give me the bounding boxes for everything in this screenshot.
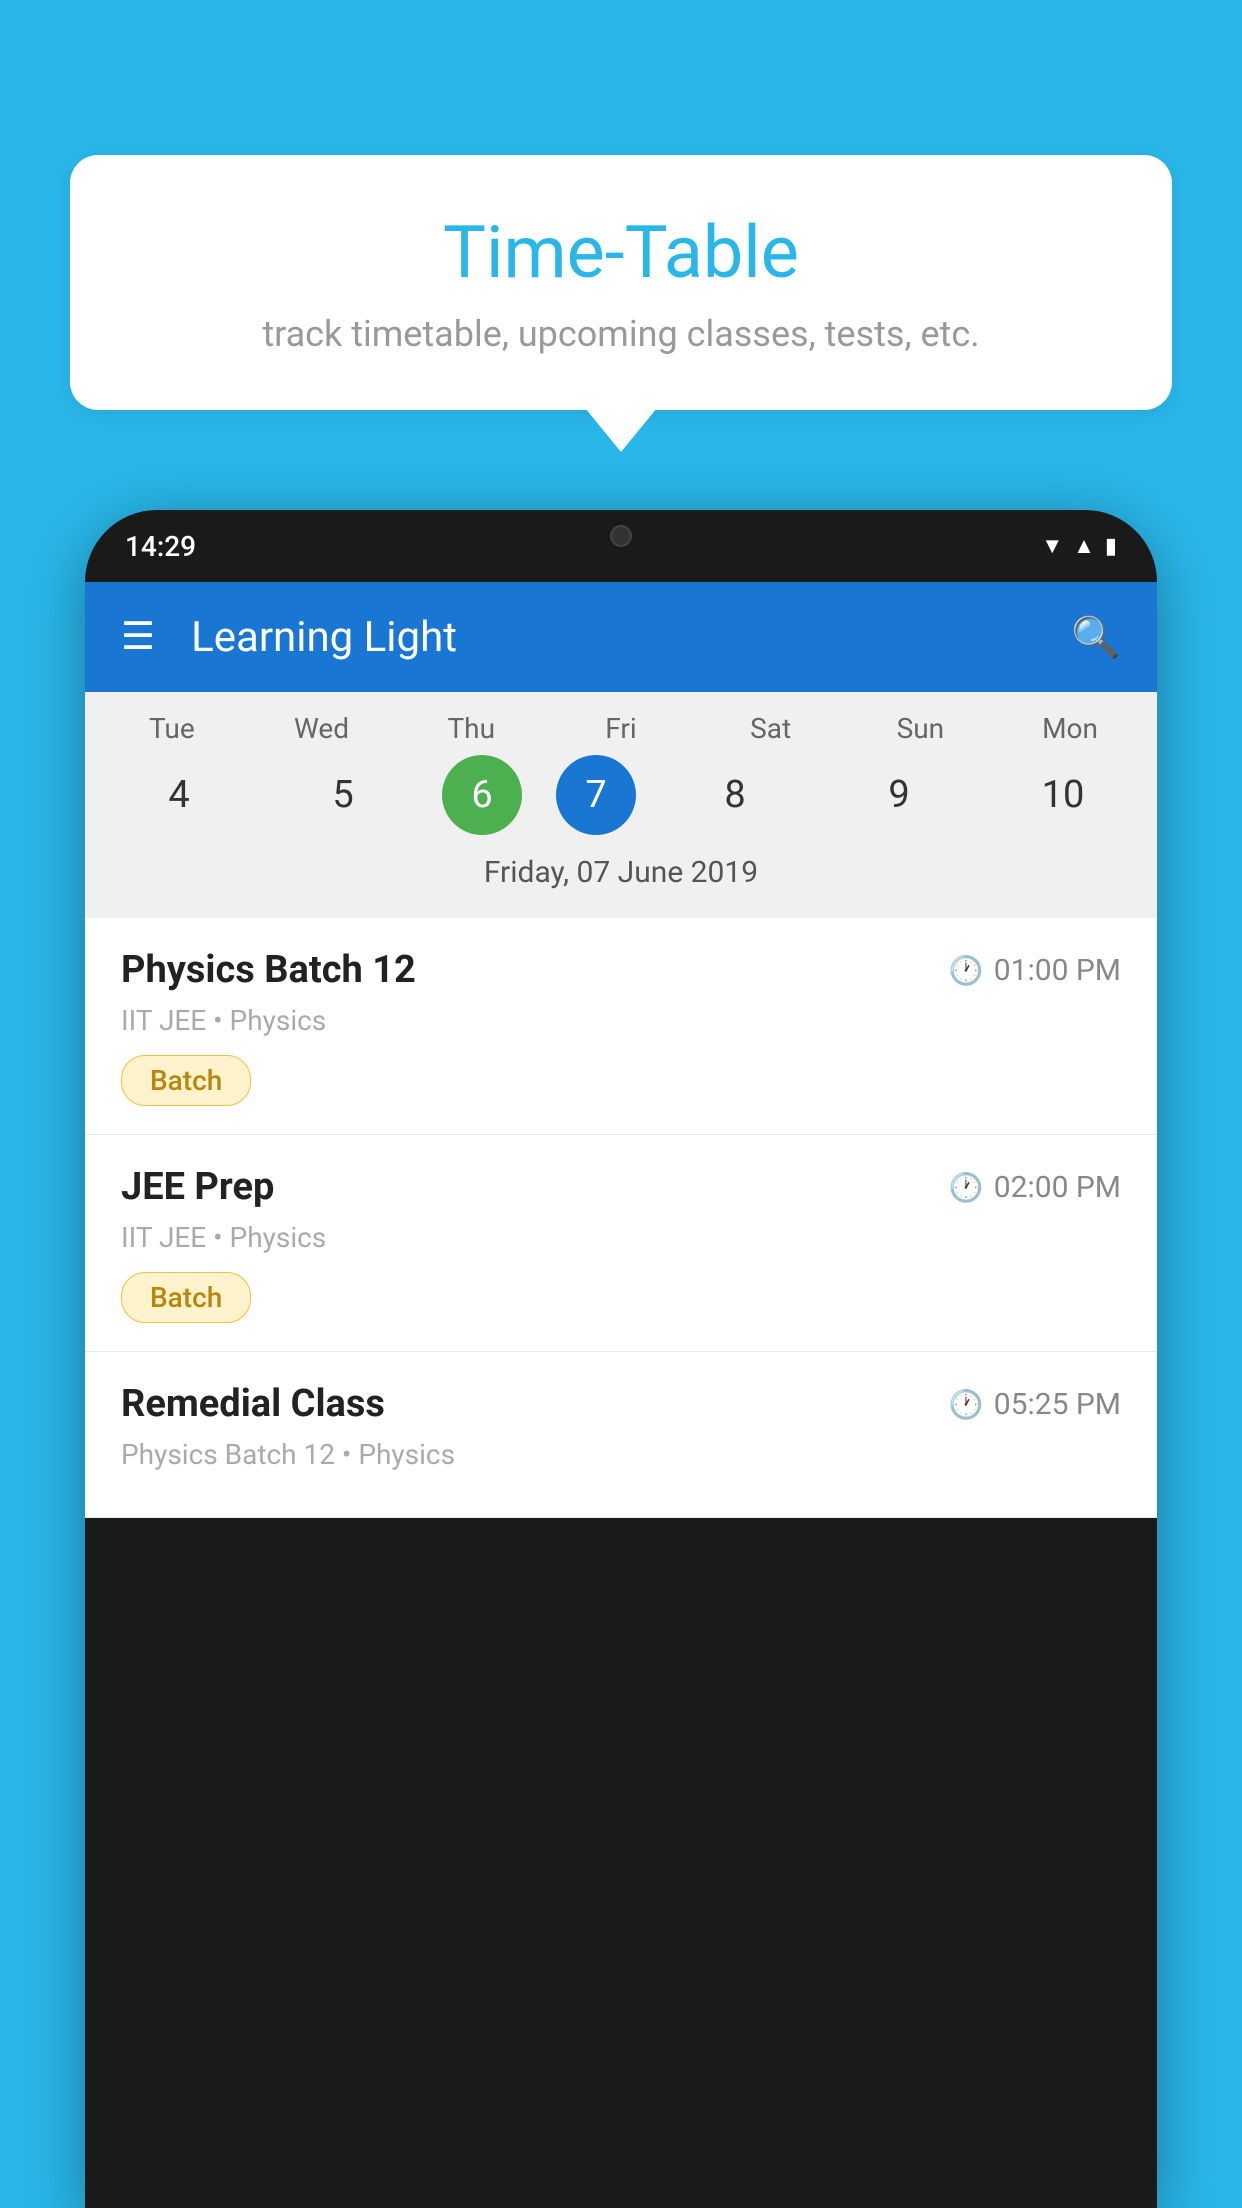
- clock-icon-3: 🕐: [949, 1388, 984, 1421]
- day-header-tue: Tue: [107, 712, 237, 745]
- day-headers: Tue Wed Thu Fri Sat Sun Mon: [85, 712, 1157, 755]
- menu-button[interactable]: ☰: [121, 618, 155, 656]
- class-name-2: JEE Prep: [121, 1165, 274, 1209]
- status-bar: 14:29 ▼ ▲ ▮: [85, 510, 1157, 582]
- class-item-header-2: JEE Prep 🕐 02:00 PM: [121, 1165, 1121, 1209]
- day-header-fri: Fri: [556, 712, 686, 745]
- class-name-1: Physics Batch 12: [121, 948, 416, 992]
- day-header-wed: Wed: [257, 712, 387, 745]
- selected-date-label: Friday, 07 June 2019: [85, 845, 1157, 908]
- phone-screen: ☰ Learning Light 🔍 Tue Wed Thu Fri Sat S…: [85, 582, 1157, 1518]
- wifi-icon: ▼: [1041, 533, 1063, 559]
- day-header-sat: Sat: [706, 712, 836, 745]
- speech-bubble-subtitle: track timetable, upcoming classes, tests…: [130, 313, 1112, 355]
- phone-camera: [610, 525, 632, 547]
- class-time-2: 🕐 02:00 PM: [949, 1170, 1121, 1205]
- status-icons: ▼ ▲ ▮: [1041, 533, 1117, 559]
- day-header-sun: Sun: [855, 712, 985, 745]
- class-time-3: 🕐 05:25 PM: [949, 1387, 1121, 1422]
- class-item-2[interactable]: JEE Prep 🕐 02:00 PM IIT JEE • Physics Ba…: [85, 1135, 1157, 1352]
- signal-icon: ▲: [1073, 533, 1095, 559]
- day-numbers: 4 5 6 7 8 9 10: [85, 755, 1157, 845]
- status-bar-time: 14:29: [125, 530, 196, 563]
- batch-badge-2: Batch: [121, 1272, 251, 1323]
- calendar-strip: Tue Wed Thu Fri Sat Sun Mon 4 5 6 7 8 9 …: [85, 692, 1157, 918]
- app-bar: ☰ Learning Light 🔍: [85, 582, 1157, 692]
- day-header-thu: Thu: [406, 712, 536, 745]
- class-item-header-3: Remedial Class 🕐 05:25 PM: [121, 1382, 1121, 1426]
- date-4[interactable]: 4: [114, 755, 244, 835]
- phone-frame: 14:29 ▼ ▲ ▮ ☰ Learning Light 🔍 Tue Wed T…: [85, 510, 1157, 2208]
- day-header-mon: Mon: [1005, 712, 1135, 745]
- class-item-1[interactable]: Physics Batch 12 🕐 01:00 PM IIT JEE • Ph…: [85, 918, 1157, 1135]
- date-5[interactable]: 5: [278, 755, 408, 835]
- date-8[interactable]: 8: [670, 755, 800, 835]
- date-9[interactable]: 9: [834, 755, 964, 835]
- date-6-today[interactable]: 6: [442, 755, 522, 835]
- class-time-1: 🕐 01:00 PM: [949, 953, 1121, 988]
- battery-icon: ▮: [1105, 534, 1117, 559]
- class-name-3: Remedial Class: [121, 1382, 385, 1426]
- speech-bubble-title: Time-Table: [130, 210, 1112, 295]
- clock-icon-1: 🕐: [949, 954, 984, 987]
- class-info-1: IIT JEE • Physics: [121, 1004, 1121, 1037]
- class-list: Physics Batch 12 🕐 01:00 PM IIT JEE • Ph…: [85, 918, 1157, 1518]
- class-info-3: Physics Batch 12 • Physics: [121, 1438, 1121, 1471]
- clock-icon-2: 🕐: [949, 1171, 984, 1204]
- app-bar-title: Learning Light: [191, 613, 1071, 662]
- class-item-3[interactable]: Remedial Class 🕐 05:25 PM Physics Batch …: [85, 1352, 1157, 1518]
- class-item-header-1: Physics Batch 12 🕐 01:00 PM: [121, 948, 1121, 992]
- class-info-2: IIT JEE • Physics: [121, 1221, 1121, 1254]
- date-7-selected[interactable]: 7: [556, 755, 636, 835]
- date-10[interactable]: 10: [998, 755, 1128, 835]
- speech-bubble-card: Time-Table track timetable, upcoming cla…: [70, 155, 1172, 410]
- search-button[interactable]: 🔍: [1071, 614, 1121, 661]
- phone-notch: [541, 510, 701, 562]
- batch-badge-1: Batch: [121, 1055, 251, 1106]
